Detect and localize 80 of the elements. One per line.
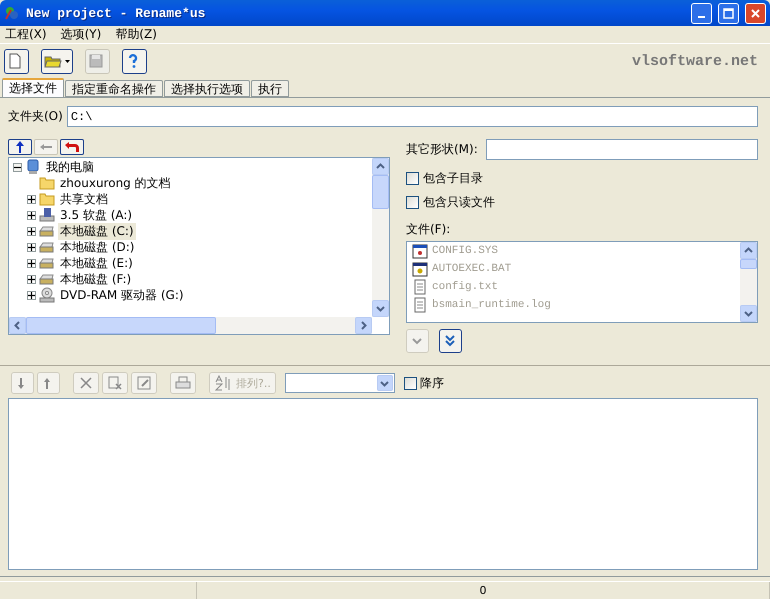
folder-icon — [39, 191, 55, 207]
tab[interactable]: 选择文件 — [2, 78, 64, 97]
up-arrow-icon — [42, 376, 52, 390]
notepad-icon — [412, 297, 428, 313]
sort-dropdown[interactable] — [284, 373, 395, 393]
expand-icon[interactable] — [27, 290, 36, 300]
nav-button[interactable] — [8, 139, 32, 155]
menu-item[interactable]: 帮助(Z) — [115, 26, 157, 43]
clear-list-icon — [107, 375, 123, 391]
other-shape-field[interactable] — [486, 139, 758, 160]
close-icon — [750, 8, 761, 18]
brand-text: vlsoftware.net — [632, 52, 758, 70]
cross-icon — [78, 375, 94, 391]
tree-item[interactable]: 本地磁盘 (C:) — [58, 222, 136, 240]
minimize-button[interactable] — [691, 2, 712, 24]
return-arrow-icon — [64, 141, 80, 153]
tab[interactable]: 执行 — [251, 80, 289, 97]
sort-icon — [214, 375, 232, 391]
menu-item[interactable]: 工程(X) — [5, 26, 47, 43]
floppy-icon — [88, 53, 104, 69]
add-button[interactable] — [439, 329, 462, 353]
scroll-thumb[interactable] — [740, 259, 757, 269]
checkbox[interactable] — [406, 172, 419, 185]
tree-item[interactable]: zhouxurong 的文档 — [58, 174, 173, 192]
disc-drive-icon — [39, 287, 55, 303]
tree-item[interactable]: 我的电脑 — [44, 158, 96, 176]
scrollbar[interactable] — [740, 242, 757, 322]
tree-item[interactable]: 本地磁盘 (D:) — [58, 238, 136, 256]
expand-icon[interactable] — [27, 274, 36, 284]
scroll-thumb[interactable] — [372, 175, 389, 209]
folder-icon — [39, 175, 55, 191]
checkbox-label: 包含只读文件 — [423, 194, 495, 211]
tree-item[interactable]: 3.5 软盘 (A:) — [58, 206, 134, 224]
toolbar-button[interactable] — [4, 48, 29, 74]
computer-icon — [25, 159, 41, 175]
printer-icon — [175, 375, 191, 391]
maximize-button[interactable] — [718, 2, 739, 24]
chevron-down-icon — [411, 336, 423, 346]
tree-item[interactable]: DVD-RAM 驱动器 (G:) — [58, 286, 186, 304]
close-button[interactable] — [745, 2, 766, 24]
expand-icon[interactable] — [27, 226, 36, 236]
checkbox[interactable] — [406, 196, 419, 209]
notepad-icon — [412, 279, 428, 295]
up-arrow-icon — [15, 140, 25, 154]
toolbar-button[interactable] — [122, 48, 147, 74]
tree-item[interactable]: 共享文档 — [58, 190, 110, 208]
tree-item[interactable]: 本地磁盘 (E:) — [58, 254, 135, 272]
nav-button[interactable] — [60, 139, 84, 155]
double-chevron-down-icon — [444, 334, 456, 348]
tab[interactable]: 选择执行选项 — [164, 80, 250, 97]
expand-icon[interactable] — [27, 258, 36, 268]
scrollbar[interactable] — [9, 317, 372, 334]
checkbox-label: 包含子目录 — [423, 170, 483, 187]
scrollbar[interactable] — [372, 158, 389, 317]
expand-icon[interactable] — [27, 242, 36, 252]
minimize-icon — [698, 16, 705, 18]
document-icon — [7, 53, 23, 69]
window-title: New project - Rename*us — [26, 6, 206, 20]
edit-icon — [136, 375, 152, 391]
folder-field[interactable]: C:\ — [66, 106, 758, 127]
menu-item[interactable]: 选项(Y) — [60, 26, 102, 43]
scroll-thumb[interactable] — [26, 317, 216, 334]
field-label: 文件夹(O) — [8, 108, 63, 125]
caret-icon — [65, 60, 70, 62]
field-label: 其它形状(M): — [406, 141, 478, 158]
floppy-drive-icon — [39, 207, 55, 223]
expand-icon[interactable] — [27, 210, 36, 220]
left-arrow-icon — [39, 142, 53, 152]
checkbox-label: 降序 — [420, 374, 444, 392]
app-icon — [4, 5, 20, 21]
maximize-icon — [723, 8, 734, 18]
expand-icon[interactable] — [27, 194, 36, 204]
tree-item[interactable]: 本地磁盘 (F:) — [58, 270, 134, 288]
checkbox[interactable] — [404, 376, 417, 390]
list-label: 文件(F): — [406, 221, 452, 238]
status-text: 0 — [480, 584, 486, 597]
tab[interactable]: 指定重命名操作 — [65, 80, 163, 97]
collapse-icon[interactable] — [13, 162, 22, 172]
toolbar-button[interactable] — [41, 48, 73, 74]
down-arrow-icon — [16, 376, 26, 390]
